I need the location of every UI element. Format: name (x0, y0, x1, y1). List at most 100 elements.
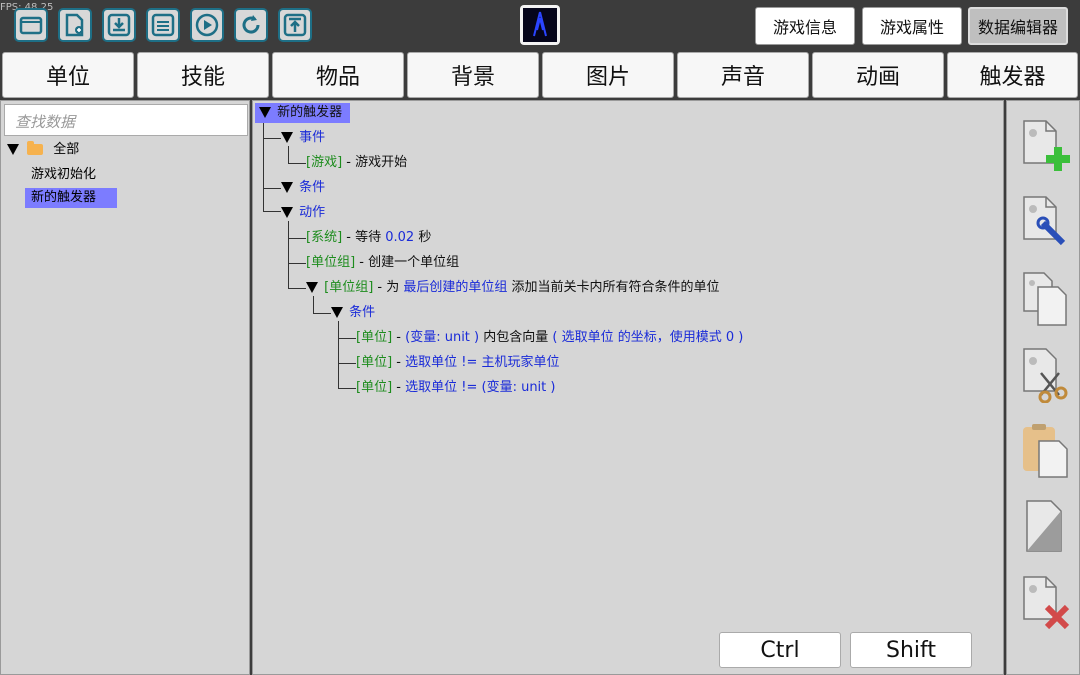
save-button[interactable] (146, 8, 180, 42)
folder-icon (27, 141, 44, 155)
new-file-icon (65, 13, 84, 37)
copy-doc-icon (1023, 272, 1067, 326)
condition-expression: 选取单位 != 主机玩家单位 (405, 355, 560, 370)
copy-trigger-button[interactable] (1021, 271, 1073, 327)
action-wait[interactable]: [系统] - 等待 0.02 秒 (306, 229, 431, 247)
actions-label: 动作 (299, 205, 326, 220)
save-icon (151, 13, 175, 37)
upload-button[interactable] (278, 8, 312, 42)
download-button[interactable] (102, 8, 136, 42)
add-doc-icon (1023, 120, 1070, 171)
expand-triangle-icon (281, 132, 293, 143)
condition-expression: 选取单位 != (变量: unit ) (405, 380, 556, 395)
delete-doc-icon (1023, 576, 1070, 630)
actions-node[interactable]: 动作 (281, 204, 325, 222)
search-input[interactable]: 查找数据 (4, 104, 248, 136)
edit-trigger-button[interactable] (1021, 195, 1073, 251)
separator: - (392, 330, 406, 345)
action-text: 添加当前关卡内所有符合条件的单位 (507, 280, 720, 295)
connector-line (338, 363, 356, 364)
category-tag: [单位] (356, 380, 393, 395)
separator: - (392, 380, 406, 395)
cut-doc-icon (1023, 348, 1068, 404)
action-add-units[interactable]: [单位组] - 为 最后创建的单位组 添加当前关卡内所有符合条件的单位 (306, 279, 720, 297)
game-logo[interactable] (520, 5, 560, 45)
list-item-new-trigger[interactable]: 新的触发器 (25, 188, 117, 208)
blank-trigger-button[interactable] (1021, 499, 1073, 555)
cut-trigger-button[interactable] (1021, 347, 1073, 404)
game-info-button[interactable]: 游戏信息 (755, 7, 855, 45)
connector-line (288, 221, 289, 289)
connector-line (263, 138, 281, 139)
paste-trigger-button[interactable] (1021, 423, 1073, 479)
tab-background[interactable]: 背景 (407, 52, 539, 98)
category-tag: [单位] (356, 330, 393, 345)
events-label: 事件 (299, 130, 326, 145)
upload-icon (283, 13, 307, 37)
connector-line (288, 238, 306, 239)
tab-sound[interactable]: 声音 (677, 52, 809, 98)
edit-doc-icon (1023, 196, 1066, 246)
game-logo-icon (533, 11, 547, 37)
play-button[interactable] (190, 8, 224, 42)
open-folder-button[interactable] (14, 8, 48, 42)
separator: - (392, 355, 406, 370)
top-toolbar: FPS: 48.25 游戏信息 游戏属性 数据编辑器 (0, 0, 1080, 50)
sub-conditions-node[interactable]: 条件 (331, 304, 375, 322)
tab-image[interactable]: 图片 (542, 52, 674, 98)
event-text: 游戏开始 (355, 155, 408, 170)
action-create-unit-group[interactable]: [单位组] - 创建一个单位组 (306, 254, 459, 272)
condition-not-variable-unit[interactable]: [单位] - 选取单位 != (变量: unit ) (356, 379, 555, 397)
sub-conditions-label: 条件 (349, 305, 376, 320)
condition-operand: ( 选取单位 的坐标，使用模式 0 ) (552, 330, 744, 345)
tab-item[interactable]: 物品 (272, 52, 404, 98)
ctrl-key-button[interactable]: Ctrl (719, 632, 841, 668)
tab-unit[interactable]: 单位 (2, 52, 134, 98)
category-tag: [单位组] (306, 255, 356, 270)
refresh-button[interactable] (234, 8, 268, 42)
action-text: - 为 (373, 280, 404, 295)
data-list-panel: 查找数据 全部 游戏初始化 新的触发器 (0, 100, 250, 675)
trigger-root-node[interactable]: 新的触发器 (255, 103, 351, 123)
paste-doc-icon (1023, 424, 1068, 478)
tree-root-all[interactable]: 全部 (7, 141, 79, 159)
separator: - (342, 155, 356, 170)
data-editor-button[interactable]: 数据编辑器 (968, 7, 1068, 45)
trigger-editor-panel: 新的触发器 事件 [游戏] - 游戏开始 条件 动作 [系统] - 等待 0.0… (252, 100, 1004, 675)
tab-skill[interactable]: 技能 (137, 52, 269, 98)
tab-trigger[interactable]: 触发器 (947, 52, 1078, 98)
delete-trigger-button[interactable] (1021, 575, 1073, 631)
trigger-root-label: 新的触发器 (277, 105, 343, 120)
play-icon (195, 13, 219, 37)
events-node[interactable]: 事件 (281, 129, 325, 147)
connector-line (288, 163, 306, 164)
connector-line (288, 263, 306, 264)
category-tag: [单位] (356, 355, 393, 370)
add-trigger-button[interactable] (1021, 119, 1073, 175)
connector-line (313, 313, 331, 314)
connector-line (338, 338, 356, 339)
condition-text: 内包含向量 (479, 330, 553, 345)
condition-operand: (变量: unit ) (405, 330, 480, 345)
conditions-node[interactable]: 条件 (281, 179, 325, 197)
action-target: 最后创建的单位组 (403, 280, 508, 295)
category-tag: [单位组] (324, 280, 374, 295)
event-game-start[interactable]: [游戏] - 游戏开始 (306, 154, 407, 172)
shift-key-button[interactable]: Shift (850, 632, 972, 668)
connector-line (313, 296, 314, 314)
connector-line (263, 211, 281, 212)
download-icon (107, 13, 131, 37)
list-item-game-init[interactable]: 游戏初始化 (31, 166, 96, 184)
tab-animation[interactable]: 动画 (812, 52, 944, 98)
condition-contains-vector[interactable]: [单位] - (变量: unit ) 内包含向量 ( 选取单位 的坐标，使用模式… (356, 329, 743, 347)
new-file-button[interactable] (58, 8, 92, 42)
connector-line (288, 146, 289, 164)
condition-not-host-unit[interactable]: [单位] - 选取单位 != 主机玩家单位 (356, 354, 560, 372)
game-properties-button[interactable]: 游戏属性 (862, 7, 962, 45)
connector-line (263, 121, 264, 211)
action-text: - 等待 (342, 230, 386, 245)
connector-line (263, 188, 281, 189)
wait-unit: 秒 (414, 230, 432, 245)
category-tabs: 单位 技能 物品 背景 图片 声音 动画 触发器 (0, 50, 1080, 100)
action-sidebar (1006, 100, 1080, 675)
